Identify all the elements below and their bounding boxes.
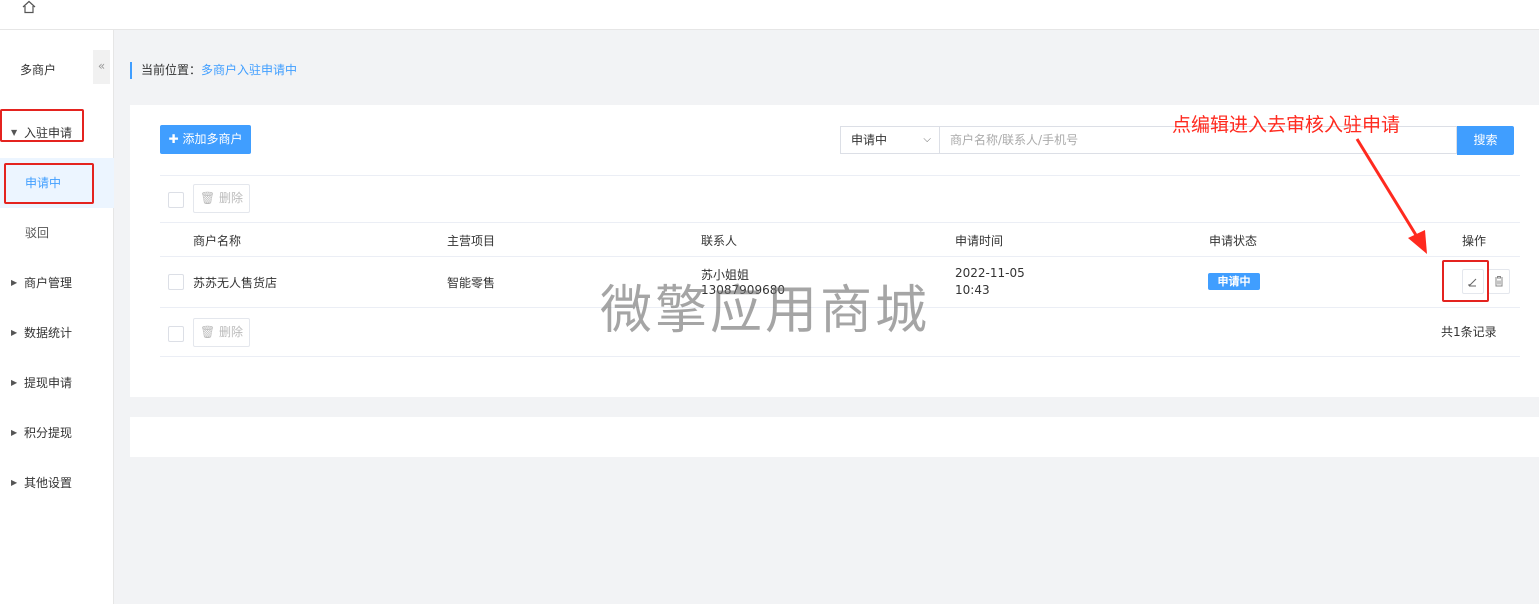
highlight-box (1442, 260, 1489, 302)
bulk-delete-button-bottom[interactable]: 🗑 删除 (193, 318, 250, 347)
caret-right-icon: ▶ (11, 378, 18, 387)
highlight-box (0, 109, 84, 142)
breadcrumb: 当前位置：多商户入驻申请中 (130, 62, 297, 79)
caret-right-icon: ▶ (11, 478, 18, 487)
apply-date: 2022-11-05 (955, 266, 1025, 280)
sidebar-item-label: 提现申请 (24, 376, 73, 390)
sidebar-item-label: 数据统计 (24, 326, 73, 340)
caret-right-icon: ▶ (11, 428, 18, 437)
divider (160, 222, 1520, 223)
sidebar-item-label: 其他设置 (24, 476, 73, 490)
footer-panel (130, 417, 1539, 457)
status-badge: 申请中 (1208, 273, 1260, 290)
trash-icon: 🗑 (199, 325, 216, 339)
column-header: 联系人 (701, 234, 738, 248)
breadcrumb-prefix: 当前位置： (141, 63, 202, 77)
watermark: 微擎应用商城 (600, 281, 931, 341)
home-icon[interactable] (20, 0, 38, 14)
bulk-delete-button[interactable]: 🗑 删除 (193, 184, 250, 213)
column-header: 申请状态 (1209, 234, 1258, 248)
trash-icon (1495, 276, 1503, 287)
delete-button[interactable] (1488, 269, 1510, 294)
trash-icon: 🗑 (199, 191, 216, 205)
select-all-checkbox-bottom[interactable] (168, 326, 184, 342)
merchant-name: 苏苏无人售货店 (193, 276, 278, 290)
add-merchant-label: 添加多商户 (182, 132, 243, 146)
caret-right-icon: ▶ (11, 328, 18, 337)
sidebar-item-other-settings[interactable]: ▶ 其他设置 (0, 458, 114, 508)
top-bar (0, 0, 1539, 30)
search-button[interactable]: 搜索 (1457, 126, 1514, 155)
business-type: 智能零售 (447, 276, 496, 290)
status-select-value: 申请中 (851, 133, 888, 147)
divider (160, 356, 1520, 357)
column-header: 主营项目 (447, 234, 496, 248)
column-header: 商户名称 (193, 234, 242, 248)
sidebar-title: 多商户 (20, 63, 57, 77)
highlight-box (4, 163, 94, 204)
sidebar-item-label: 商户管理 (24, 276, 73, 290)
caret-right-icon: ▶ (11, 278, 18, 287)
row-checkbox[interactable] (168, 274, 184, 290)
bulk-delete-label: 删除 (219, 191, 244, 205)
apply-time: 10:43 (955, 283, 990, 297)
collapse-sidebar-button[interactable]: « (93, 50, 110, 84)
breadcrumb-current[interactable]: 多商户入驻申请中 (201, 63, 297, 77)
add-merchant-button[interactable]: ✚ 添加多商户 (160, 125, 251, 154)
select-all-checkbox[interactable] (168, 192, 184, 208)
sidebar-item-points-withdraw[interactable]: ▶ 积分提现 (0, 408, 114, 458)
sidebar-item-merchant-management[interactable]: ▶ 商户管理 (0, 258, 114, 308)
divider (160, 256, 1520, 257)
divider (160, 175, 1520, 176)
sidebar-item-withdraw[interactable]: ▶ 提现申请 (0, 358, 114, 408)
sidebar-item-label: 积分提现 (24, 426, 73, 440)
column-header: 申请时间 (955, 234, 1004, 248)
plus-icon: ✚ (168, 132, 179, 146)
chevron-down-icon: ⌵ (923, 134, 931, 145)
bulk-delete-label: 删除 (219, 325, 244, 339)
status-select[interactable]: 申请中 ⌵ (840, 126, 940, 154)
total-records: 共1条记录 (1441, 325, 1497, 339)
sidebar-item-statistics[interactable]: ▶ 数据统计 (0, 308, 114, 358)
sidebar-item-rejected[interactable]: 驳回 (0, 208, 114, 258)
column-header: 操作 (1462, 234, 1487, 248)
annotation-text: 点编辑进入去审核入驻申请 (1172, 114, 1401, 136)
